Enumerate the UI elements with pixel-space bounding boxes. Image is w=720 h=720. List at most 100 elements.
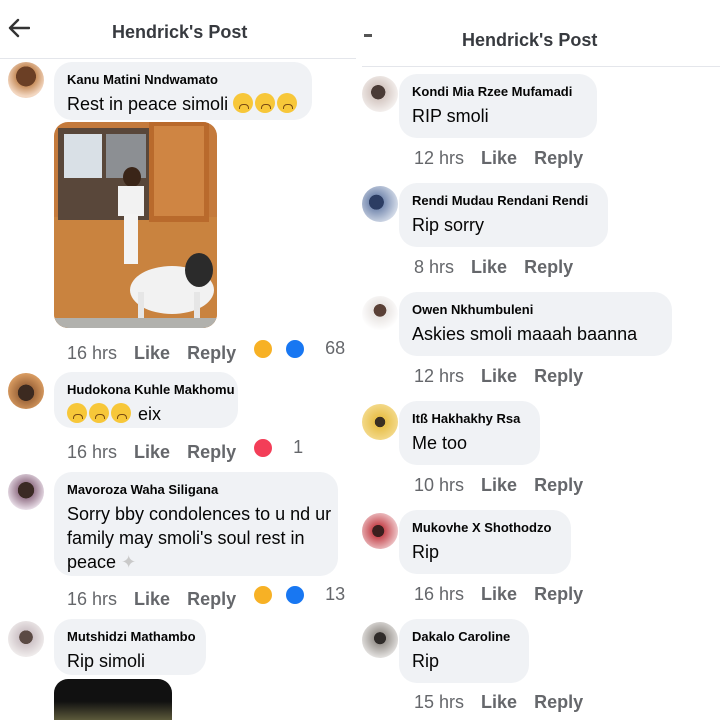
reply-button[interactable]: Reply	[534, 692, 583, 712]
comment-text: Rip simoli	[67, 651, 146, 671]
like-icon	[285, 584, 306, 605]
avatar[interactable]	[8, 373, 44, 409]
reply-button[interactable]: Reply	[187, 442, 236, 462]
reaction-count: 68	[325, 338, 346, 358]
timestamp: 10 hrs	[414, 475, 465, 495]
timestamp: 16 hrs	[67, 342, 118, 363]
comment-bubble: Kondi Mia Rzee Mufamadi RIP smoli	[399, 74, 597, 138]
comment-text-content: eix	[138, 404, 162, 424]
comment-bubble: Kanu Matini Nndwamato Rest in peace simo…	[54, 62, 312, 120]
comment-text: Sorry bby condolences to u nd ur family …	[67, 502, 337, 574]
commenter-name[interactable]: Rendi Mudau Rendani Rendi	[412, 193, 588, 208]
comment-text-content: Sorry bby condolences to u nd ur family …	[67, 504, 332, 572]
loudly-crying-face-icon	[67, 403, 87, 423]
like-button[interactable]: Like	[134, 343, 170, 363]
comment-meta: 12 hrs Like Reply	[414, 366, 595, 387]
avatar[interactable]	[362, 186, 398, 222]
commenter-name[interactable]: Mavoroza Waha Siligana	[67, 482, 218, 497]
comment-text: Rip	[412, 651, 440, 671]
comment-bubble: Itß Hakhakhy Rsa Me too	[399, 401, 540, 465]
like-button[interactable]: Like	[481, 584, 517, 604]
timestamp: 12 hrs	[414, 148, 465, 168]
top-bar: Hendrick's Post	[0, 0, 356, 59]
reply-button[interactable]: Reply	[524, 257, 573, 277]
top-bar: Hendrick's Post	[362, 0, 720, 67]
avatar[interactable]	[362, 296, 398, 332]
crying-face-icon	[255, 93, 276, 113]
loudly-crying-face-icon	[111, 403, 131, 423]
back-arrow-icon[interactable]	[8, 18, 30, 38]
reaction-count: 1	[293, 437, 304, 457]
crying-face-icon	[233, 93, 254, 113]
avatar[interactable]	[362, 622, 398, 658]
like-button[interactable]: Like	[481, 475, 517, 495]
page-title: Hendrick's Post	[462, 30, 598, 50]
comment-photo[interactable]	[54, 122, 217, 328]
comment-bubble: Mutshidzi Mathambo Rip simoli	[54, 619, 206, 675]
reply-button[interactable]: Reply	[187, 589, 236, 609]
commenter-name[interactable]: Itß Hakhakhy Rsa	[412, 411, 520, 426]
commenter-name[interactable]: Dakalo Caroline	[412, 629, 510, 644]
avatar[interactable]	[8, 62, 44, 98]
commenter-name[interactable]: Owen Nkhumbuleni	[412, 302, 533, 317]
crying-face-icon	[277, 93, 298, 113]
timestamp: 16 hrs	[414, 584, 465, 604]
avatar[interactable]	[362, 76, 398, 112]
comment-photo[interactable]	[54, 679, 172, 720]
like-button[interactable]: Like	[481, 148, 517, 168]
like-button[interactable]: Like	[481, 366, 517, 386]
comment-meta: 10 hrs Like Reply	[414, 475, 595, 496]
commenter-name[interactable]: Kondi Mia Rzee Mufamadi	[412, 84, 572, 99]
like-icon	[285, 338, 306, 359]
comment-meta: 16 hrs Like Reply 13	[67, 584, 356, 610]
commenter-name[interactable]: Mutshidzi Mathambo	[67, 629, 196, 644]
reply-button[interactable]: Reply	[534, 366, 583, 386]
comment-text-content: Rest in peace simoli	[67, 94, 229, 114]
reaction-count: 13	[325, 584, 346, 604]
timestamp: 16 hrs	[67, 588, 118, 609]
like-button[interactable]: Like	[481, 692, 517, 712]
photo-image	[54, 122, 217, 328]
love-icon	[253, 437, 274, 458]
commenter-name[interactable]: Hudokona Kuhle Makhomu	[67, 382, 235, 397]
comment-text: Rest in peace simoli	[67, 92, 299, 116]
timestamp: 16 hrs	[67, 441, 118, 462]
reply-button[interactable]: Reply	[534, 475, 583, 495]
reaction-summary[interactable]: 68	[253, 338, 356, 359]
avatar[interactable]	[362, 513, 398, 549]
timestamp: 15 hrs	[414, 692, 465, 712]
reply-button[interactable]: Reply	[534, 584, 583, 604]
avatar[interactable]	[362, 404, 398, 440]
comment-text: RIP smoli	[412, 106, 489, 126]
back-arrow-icon[interactable]	[364, 34, 372, 37]
comment-text: eix	[67, 402, 161, 426]
comment-text: Rip sorry	[412, 215, 485, 235]
comment-bubble: Mukovhe X Shothodzo Rip	[399, 510, 571, 574]
comment-meta: 16 hrs Like Reply	[414, 584, 595, 605]
comment-bubble: Dakalo Caroline Rip	[399, 619, 529, 683]
like-button[interactable]: Like	[134, 589, 170, 609]
comment-bubble: Rendi Mudau Rendani Rendi Rip sorry	[399, 183, 608, 247]
right-screenshot-pane: Hendrick's Post Kondi Mia Rzee Mufamadi …	[362, 0, 720, 720]
left-screenshot-pane: Hendrick's Post Kanu Matini Nndwamato Re…	[0, 0, 356, 720]
like-button[interactable]: Like	[471, 257, 507, 277]
comment-meta: 15 hrs Like Reply	[414, 692, 595, 713]
timestamp: 8 hrs	[414, 257, 455, 277]
avatar[interactable]	[8, 621, 44, 657]
comment-text: Me too	[412, 433, 468, 453]
loudly-crying-face-icon	[89, 403, 109, 423]
comment-meta: 16 hrs Like Reply 68	[67, 338, 356, 364]
commenter-name[interactable]: Mukovhe X Shothodzo	[412, 520, 551, 535]
commenter-name[interactable]: Kanu Matini Nndwamato	[67, 72, 218, 87]
comment-text: Askies smoli maaah baanna	[412, 324, 638, 344]
comment-text: Rip	[412, 542, 440, 562]
reply-button[interactable]: Reply	[534, 148, 583, 168]
like-button[interactable]: Like	[134, 442, 170, 462]
comment-bubble: Owen Nkhumbuleni Askies smoli maaah baan…	[399, 292, 672, 356]
reaction-summary[interactable]: 1	[253, 437, 315, 458]
reaction-summary[interactable]: 13	[253, 584, 356, 605]
avatar[interactable]	[8, 474, 44, 510]
reply-button[interactable]: Reply	[187, 343, 236, 363]
page-title: Hendrick's Post	[112, 22, 248, 42]
dove-icon: ✦	[121, 552, 137, 572]
